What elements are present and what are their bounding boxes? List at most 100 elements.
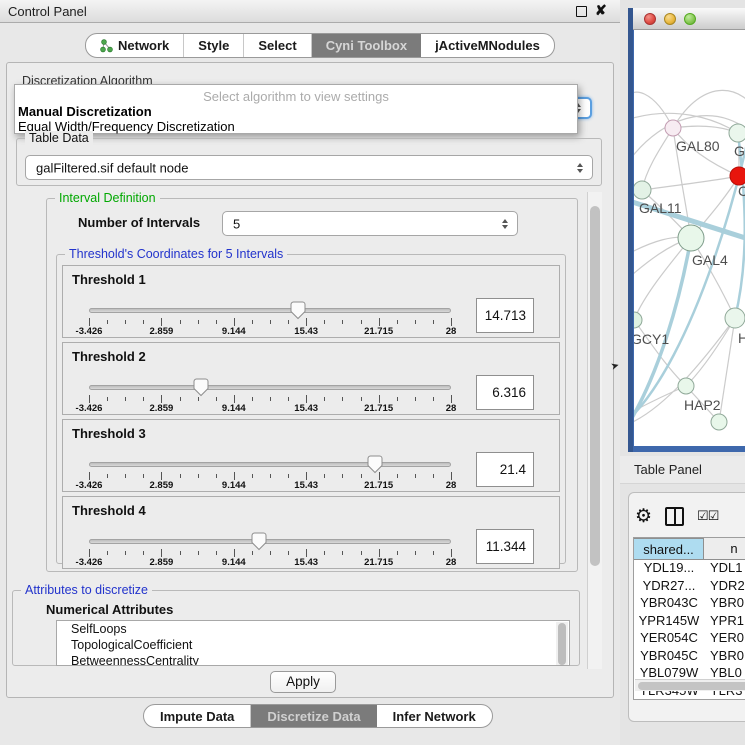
node-gal4[interactable] bbox=[678, 225, 704, 251]
tab-network[interactable]: Network bbox=[86, 34, 184, 57]
threshold-1-value-field[interactable]: 14.713 bbox=[476, 298, 534, 333]
network-edge bbox=[673, 90, 745, 128]
dropdown-hint: Select algorithm to view settings bbox=[15, 89, 577, 104]
numerical-attributes-list[interactable]: SelfLoopsTopologicalCoefficientBetweenne… bbox=[56, 620, 570, 666]
table-horizontal-scrollbar[interactable] bbox=[635, 679, 745, 691]
threshold-4-value-field[interactable]: 11.344 bbox=[476, 529, 534, 564]
tab-style-label: Style bbox=[198, 38, 229, 53]
node-hap2[interactable] bbox=[678, 378, 694, 394]
name-cell[interactable]: YBR0 bbox=[704, 595, 745, 613]
threshold-2-slider[interactable]: -3.4262.8599.14415.4321.71528 bbox=[89, 381, 451, 415]
threshold-2-value-field[interactable]: 6.316 bbox=[476, 375, 534, 410]
tab-discretize-data[interactable]: Discretize Data bbox=[251, 705, 376, 727]
node-label: GA bbox=[734, 143, 745, 159]
node-gcy1[interactable] bbox=[634, 312, 642, 328]
threshold-4-label: Threshold 4 bbox=[72, 503, 146, 518]
close-icon[interactable]: ✘ bbox=[595, 2, 607, 19]
tab-cyni-toolbox-label: Cyni Toolbox bbox=[326, 38, 407, 53]
name-cell[interactable]: YPR1 bbox=[704, 613, 745, 631]
column-header-shared-name[interactable]: shared... bbox=[634, 538, 704, 559]
table-row[interactable]: YDL19...YDL1 bbox=[634, 560, 745, 578]
split-columns-icon[interactable] bbox=[665, 507, 684, 526]
slider-track[interactable] bbox=[89, 462, 451, 467]
tab-select[interactable]: Select bbox=[244, 34, 311, 57]
shared-name-cell[interactable]: YDL19... bbox=[634, 560, 704, 578]
slider-thumb[interactable] bbox=[290, 301, 306, 320]
table-panel: ⚙ ☑☑ shared... n YDL19...YDL1YDR27...YDR… bbox=[628, 492, 745, 722]
name-cell[interactable]: YDR2 bbox=[704, 578, 745, 596]
table-row[interactable]: YBR043CYBR0 bbox=[634, 595, 745, 613]
threshold-1-slider[interactable]: -3.4262.8599.14415.4321.71528 bbox=[89, 304, 451, 338]
dropdown-option-manual-discretization[interactable]: Manual Discretization bbox=[18, 104, 152, 119]
network-icon bbox=[100, 39, 113, 53]
slider-tick-labels: -3.4262.8599.14415.4321.71528 bbox=[89, 403, 451, 414]
slider-thumb[interactable] bbox=[367, 455, 383, 474]
shared-name-cell[interactable]: YBR043C bbox=[634, 595, 704, 613]
shared-name-cell[interactable]: YPR145W bbox=[634, 613, 704, 631]
node-table: shared... n YDL19...YDL1YDR27...YDR2YBR0… bbox=[633, 537, 745, 700]
tab-jactivemnodules[interactable]: jActiveMNodules bbox=[421, 34, 554, 57]
tab-impute-data[interactable]: Impute Data bbox=[144, 705, 251, 727]
attribute-list-item[interactable]: SelfLoops bbox=[57, 621, 569, 637]
threshold-3-slider[interactable]: -3.4262.8599.14415.4321.71528 bbox=[89, 458, 451, 492]
threshold-3-value-field[interactable]: 21.4 bbox=[476, 452, 534, 487]
attributes-list-scrollbar[interactable] bbox=[556, 622, 568, 666]
node-label: GAL11 bbox=[639, 200, 682, 216]
close-traffic-light-icon[interactable] bbox=[644, 13, 656, 25]
bottom-tabbar: Impute Data Discretize Data Infer Networ… bbox=[143, 704, 493, 728]
algorithm-dropdown-popup: Select algorithm to view settings Manual… bbox=[14, 84, 578, 134]
slider-track[interactable] bbox=[89, 539, 451, 544]
tab-style[interactable]: Style bbox=[184, 34, 244, 57]
node-right[interactable] bbox=[725, 308, 745, 328]
attributes-list-items: SelfLoopsTopologicalCoefficientBetweenne… bbox=[57, 621, 569, 666]
node-top-right[interactable] bbox=[729, 124, 745, 142]
float-window-icon[interactable] bbox=[576, 6, 587, 17]
network-view-window[interactable]: GAL80GACGAL11GAL4GCY1HHAP2 bbox=[628, 8, 745, 452]
checkbox-icons[interactable]: ☑☑ bbox=[697, 508, 718, 524]
gear-icon[interactable]: ⚙ bbox=[635, 507, 652, 526]
zoom-traffic-light-icon[interactable] bbox=[684, 13, 696, 25]
control-panel-titlebar: Control Panel ✘ bbox=[0, 0, 620, 23]
node-gal80[interactable] bbox=[665, 120, 681, 136]
table-row[interactable]: YDR27...YDR2 bbox=[634, 578, 745, 596]
scrollbar-thumb[interactable] bbox=[638, 682, 745, 690]
slider-thumb[interactable] bbox=[251, 532, 267, 551]
network-canvas[interactable]: GAL80GACGAL11GAL4GCY1HHAP2 bbox=[634, 30, 745, 446]
attribute-list-item[interactable]: BetweennessCentrality bbox=[57, 653, 569, 666]
combo-stepper-icon bbox=[502, 219, 508, 229]
minimize-traffic-light-icon[interactable] bbox=[664, 13, 676, 25]
scrollbar-thumb[interactable] bbox=[590, 206, 600, 566]
network-edge bbox=[642, 128, 673, 190]
table-row[interactable]: YBR045CYBR0 bbox=[634, 648, 745, 666]
slider-track[interactable] bbox=[89, 385, 451, 390]
table-row[interactable]: YPR145WYPR1 bbox=[634, 613, 745, 631]
threshold-3-panel: Threshold 3 -3.4262.8599.14415.4321.7152… bbox=[62, 419, 560, 492]
tab-jactivemnodules-label: jActiveMNodules bbox=[435, 38, 540, 53]
slider-thumb[interactable] bbox=[193, 378, 209, 397]
tab-infer-network[interactable]: Infer Network bbox=[377, 705, 492, 727]
table-panel-title: Table Panel bbox=[634, 462, 702, 477]
node-label: HAP2 bbox=[684, 397, 721, 413]
node-gal11[interactable] bbox=[634, 181, 651, 199]
slider-ticks bbox=[89, 549, 451, 557]
table-row[interactable]: YER054CYER0 bbox=[634, 630, 745, 648]
slider-track[interactable] bbox=[89, 308, 451, 313]
settings-vertical-scrollbar[interactable] bbox=[587, 192, 602, 669]
name-cell[interactable]: YDL1 bbox=[704, 560, 745, 578]
shared-name-cell[interactable]: YDR27... bbox=[634, 578, 704, 596]
threshold-2-label: Threshold 2 bbox=[72, 349, 146, 364]
number-of-intervals-combobox[interactable]: 5 bbox=[222, 211, 518, 236]
shared-name-cell[interactable]: YBR045C bbox=[634, 648, 704, 666]
node-bottom[interactable] bbox=[711, 414, 727, 430]
column-header-name[interactable]: n bbox=[704, 538, 745, 559]
name-cell[interactable]: YER0 bbox=[704, 630, 745, 648]
shared-name-cell[interactable]: YER054C bbox=[634, 630, 704, 648]
tab-cyni-toolbox[interactable]: Cyni Toolbox bbox=[312, 34, 421, 57]
control-panel: Control Panel ✘ Network Style Select Cyn… bbox=[0, 0, 620, 745]
apply-button[interactable]: Apply bbox=[270, 671, 336, 693]
network-edge bbox=[642, 176, 739, 190]
threshold-4-slider[interactable]: -3.4262.8599.14415.4321.71528 bbox=[89, 535, 451, 569]
attribute-list-item[interactable]: TopologicalCoefficient bbox=[57, 637, 569, 653]
threshold-1-panel: Threshold 1 -3.4262.8599.14415.4321.7152… bbox=[62, 265, 560, 338]
name-cell[interactable]: YBR0 bbox=[704, 648, 745, 666]
